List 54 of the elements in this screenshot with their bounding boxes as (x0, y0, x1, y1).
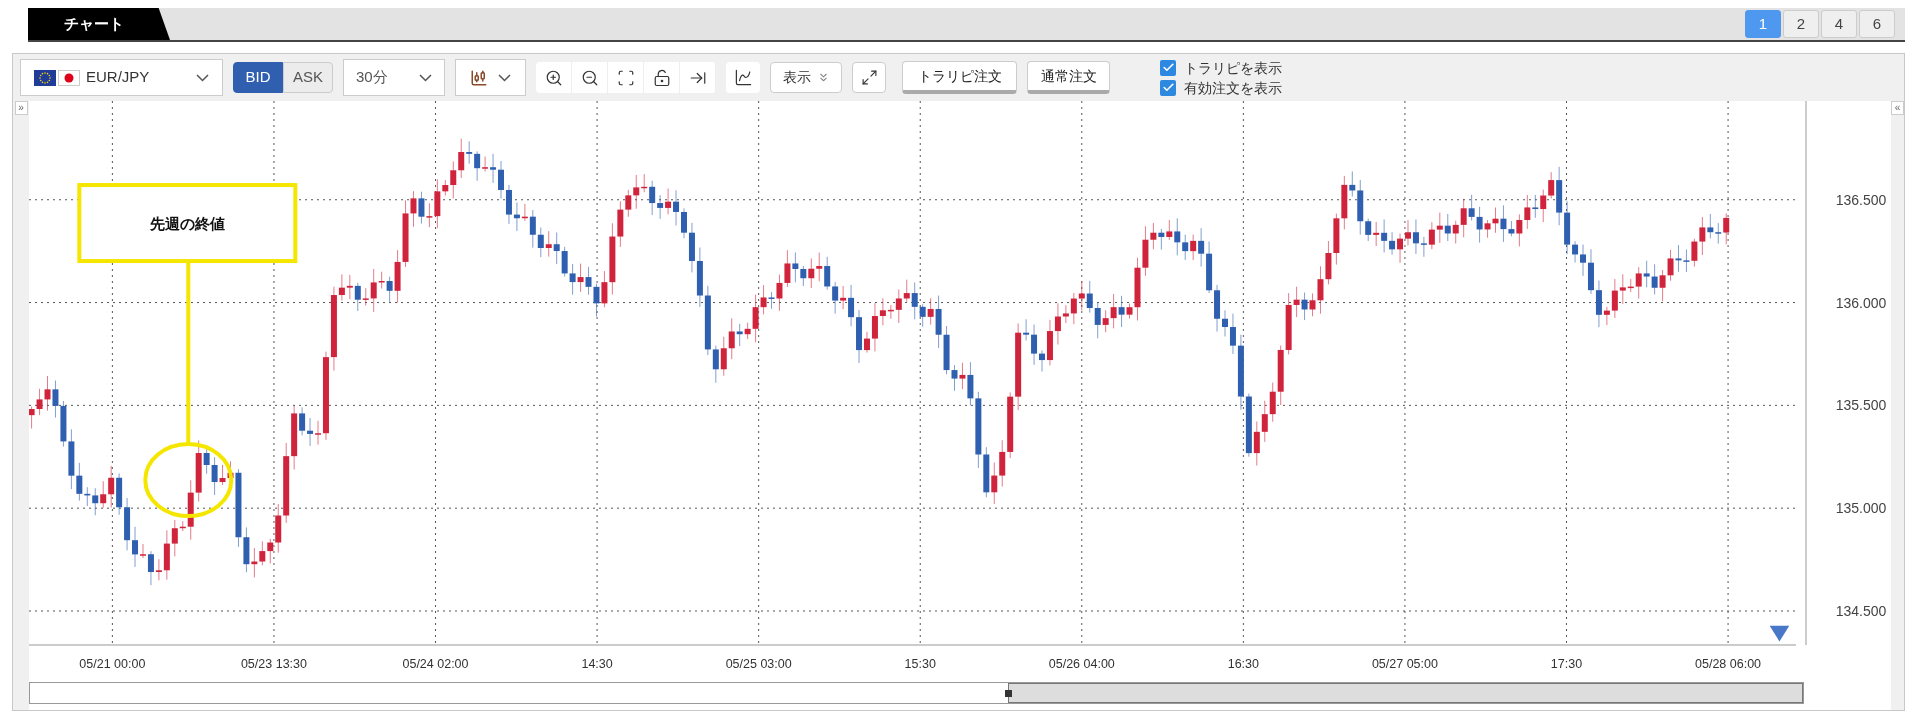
checkbox-label: トラリピを表示 (1184, 59, 1282, 76)
x-axis-label: 05/28 06:00 (1695, 657, 1762, 671)
triangle-icon (1769, 625, 1790, 642)
check-icon (1161, 61, 1175, 74)
chart-line-icon (733, 68, 753, 87)
chevron-down-icon (498, 73, 511, 82)
japan-flag-icon (58, 69, 80, 86)
y-axis-label: 134.500 (1835, 603, 1887, 619)
price-side-toggle[interactable]: ASK (283, 62, 333, 93)
callout-label: 先週の終値 (149, 215, 225, 233)
scrollbar-handle[interactable] (1005, 690, 1012, 697)
timeframe-select[interactable]: 30分 (343, 59, 445, 96)
checkbox-label: 有効注文を表示 (1184, 79, 1282, 96)
order-button[interactable]: トラリピ注文 (902, 61, 1017, 94)
zoom-out-icon (580, 68, 599, 87)
candlestick-icon (470, 68, 488, 87)
frame-icon (616, 68, 635, 87)
chevron-down-icon (419, 73, 432, 82)
x-axis-label: 05/25 03:00 (725, 657, 792, 671)
x-axis-label: 05/27 05:00 (1371, 657, 1438, 671)
display-menu-button[interactable]: 表示 (770, 62, 842, 93)
chevron-down-icon (196, 73, 209, 82)
x-axis-label: 05/21 00:00 (79, 657, 146, 671)
collapse-right-button[interactable]: « (1891, 101, 1904, 115)
eu-flag-icon (34, 69, 56, 86)
order-button[interactable]: 通常注文 (1027, 61, 1110, 94)
y-axis-label: 135.000 (1835, 500, 1887, 517)
y-axis-label: 136.500 (1835, 191, 1887, 208)
symbol-select[interactable]: EUR/JPY (20, 59, 223, 96)
price-side-toggle[interactable]: BID (233, 62, 283, 93)
expand-button[interactable] (852, 62, 886, 93)
indicator-button[interactable] (726, 62, 760, 93)
scrollbar-thumb[interactable] (1008, 683, 1803, 703)
expand-left-button[interactable]: » (14, 101, 28, 115)
x-axis-label: 15:30 (904, 657, 936, 671)
x-axis-label: 17:30 (1550, 657, 1583, 671)
layout-button[interactable]: 2 (1783, 10, 1819, 38)
x-axis-label: 05/23 13:30 (240, 657, 307, 671)
x-axis-label: 14:30 (581, 657, 613, 671)
check-icon (1161, 81, 1175, 94)
x-axis-label: 05/26 04:00 (1048, 657, 1115, 671)
x-axis-label: 16:30 (1227, 657, 1259, 671)
checkbox[interactable] (1160, 59, 1176, 76)
layout-button[interactable]: 6 (1859, 10, 1895, 38)
lock-icon (652, 68, 671, 87)
zoom-in-icon (544, 68, 563, 87)
expand-icon (860, 69, 878, 86)
y-axis-label: 135.500 (1835, 397, 1887, 414)
chart-type-select[interactable] (455, 59, 526, 96)
y-axis-label: 136.000 (1835, 294, 1887, 311)
chart-tab[interactable]: チャート (28, 8, 170, 40)
checkbox[interactable] (1160, 79, 1176, 96)
x-axis-label: 05/24 02:00 (402, 657, 469, 671)
layout-button[interactable]: 4 (1821, 10, 1857, 38)
